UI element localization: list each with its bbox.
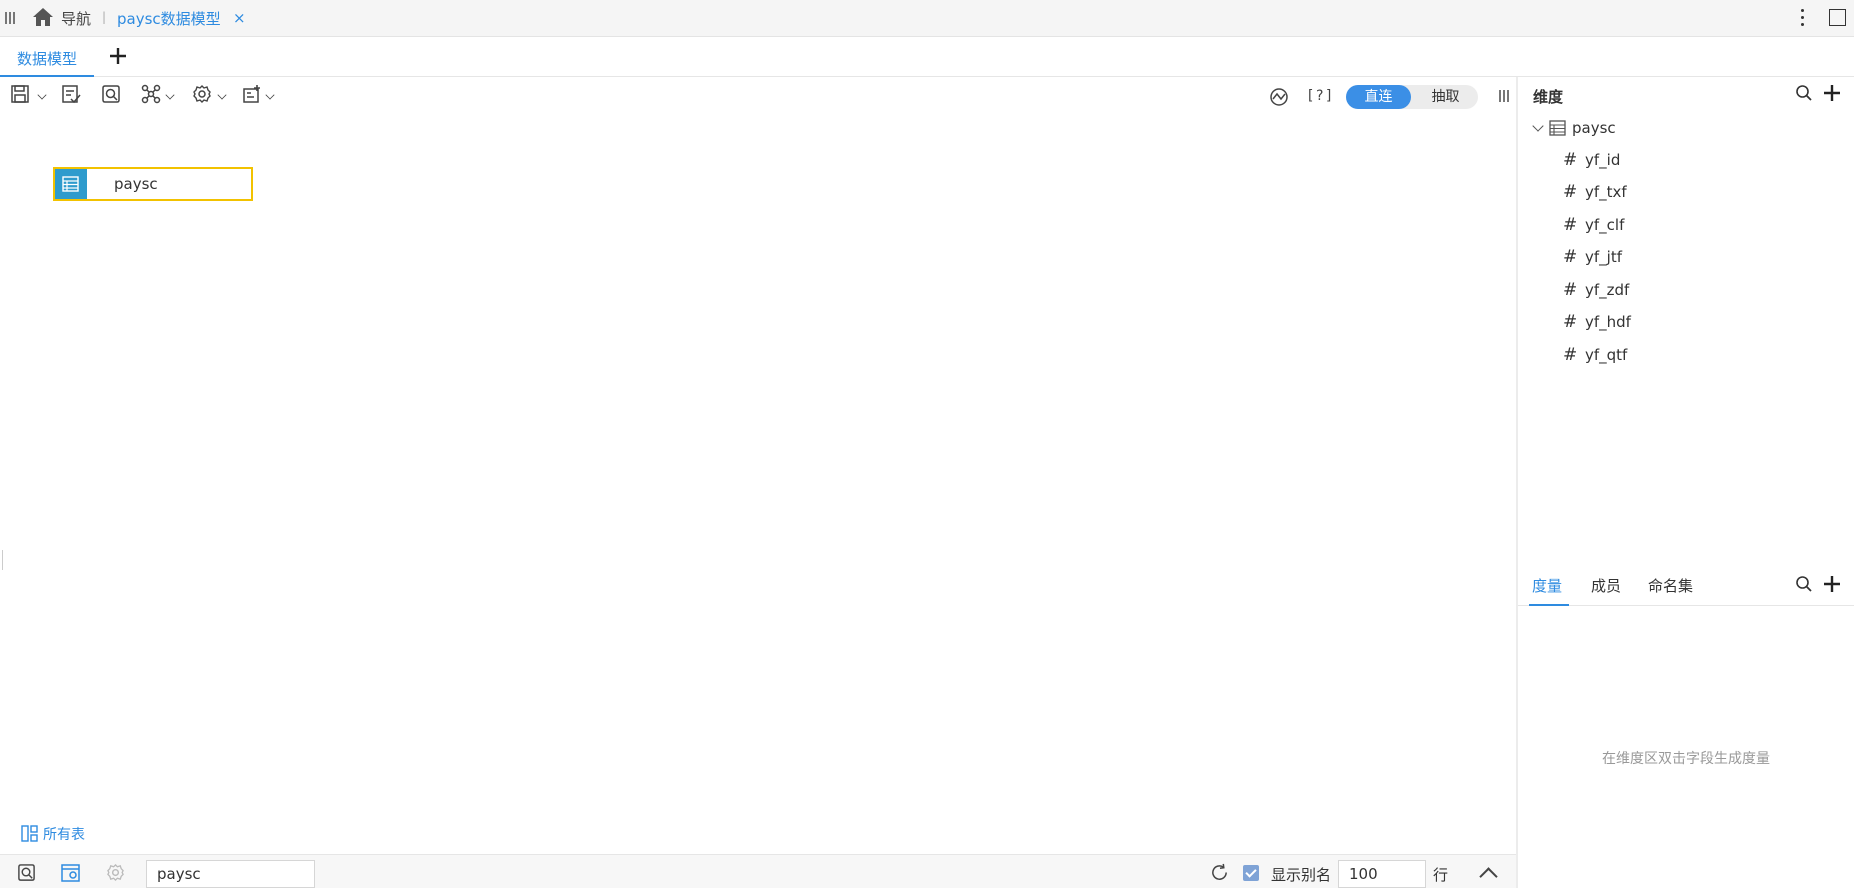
row-count-input[interactable]: 100 [1338, 860, 1426, 888]
table-icon [62, 176, 79, 192]
resize-handle[interactable] [2, 550, 3, 570]
help-button[interactable]: [?] [1306, 88, 1334, 104]
active-tab-indicator [1529, 604, 1569, 606]
field-item[interactable]: # yf_hdf [1563, 312, 1763, 333]
tree-root-label: paysc [1572, 119, 1616, 137]
tab-data-model[interactable]: 数据模型 [0, 37, 94, 77]
table-select-input[interactable]: paysc [146, 860, 315, 888]
field-name: yf_txf [1585, 183, 1627, 201]
dimension-search-icon[interactable] [1795, 84, 1813, 102]
field-name: yf_jtf [1585, 248, 1622, 266]
model-canvas[interactable]: paysc 所有表 [0, 114, 1516, 854]
trend-icon[interactable] [1269, 87, 1289, 107]
table-node[interactable]: paysc [53, 167, 253, 201]
save-dropdown-chevron-icon[interactable] [37, 90, 47, 100]
field-item[interactable]: # yf_jtf [1563, 247, 1763, 268]
field-name: yf_hdf [1585, 313, 1631, 331]
field-name: yf_clf [1585, 216, 1625, 234]
show-alias-checkbox[interactable] [1243, 865, 1259, 881]
number-field-icon: # [1563, 247, 1578, 267]
connection-mode-toggle[interactable]: 直连 抽取 [1346, 85, 1478, 109]
toolbar: [?] 直连 抽取 [0, 78, 1516, 114]
settings-dropdown-chevron-icon[interactable] [217, 90, 227, 100]
field-name: yf_id [1585, 151, 1621, 169]
number-field-icon: # [1563, 215, 1578, 235]
field-name: yf_zdf [1585, 281, 1630, 299]
tab-data-model-label: 数据模型 [17, 50, 78, 68]
preview-icon[interactable] [101, 84, 121, 104]
nav-label[interactable]: 导航 [61, 8, 91, 29]
relation-icon[interactable] [141, 84, 161, 104]
refresh-icon[interactable] [1210, 863, 1229, 882]
add-dropdown-chevron-icon[interactable] [265, 90, 275, 100]
relation-dropdown-chevron-icon[interactable] [165, 90, 175, 100]
mode-extract-button[interactable]: 抽取 [1413, 85, 1478, 109]
maximize-icon[interactable] [1829, 9, 1846, 26]
tree-root-paysc[interactable]: paysc [1532, 119, 1732, 139]
measure-tab-bar: 度量 成员 命名集 [1518, 564, 1854, 606]
table-node-icon-box [55, 169, 87, 199]
more-menu-icon[interactable] [1800, 7, 1806, 29]
tab-measure[interactable]: 度量 [1532, 575, 1562, 596]
number-field-icon: # [1563, 182, 1578, 202]
tab-paysc-model[interactable]: paysc数据模型 [117, 8, 221, 29]
dimension-title: 维度 [1533, 88, 1564, 106]
field-item[interactable]: # yf_zdf [1563, 280, 1763, 301]
tab-named-sets[interactable]: 命名集 [1648, 575, 1693, 596]
right-panel: 维度 paysc # yf_id # yf_txf # yf_clf # yf_… [1518, 77, 1854, 888]
table-icon [1549, 120, 1566, 136]
number-field-icon: # [1563, 345, 1578, 365]
measure-search-icon[interactable] [1795, 575, 1813, 593]
table-settings-icon[interactable] [61, 863, 81, 883]
settings-icon[interactable] [192, 84, 212, 104]
mode-direct-button[interactable]: 直连 [1346, 85, 1411, 109]
add-field-icon[interactable] [242, 84, 262, 104]
field-item[interactable]: # yf_qtf [1563, 345, 1763, 366]
preview-icon[interactable] [17, 863, 36, 882]
drag-handle-icon[interactable] [5, 12, 15, 24]
dimension-add-icon[interactable] [1823, 84, 1841, 102]
preview-footer: paysc 显示别名 100 行 [0, 854, 1516, 888]
field-name: yf_qtf [1585, 346, 1628, 364]
row-unit-label: 行 [1433, 866, 1449, 884]
all-tables-label: 所有表 [43, 827, 85, 843]
home-icon[interactable] [32, 7, 54, 27]
tab-members[interactable]: 成员 [1591, 575, 1621, 596]
show-alias-label: 显示别名 [1271, 866, 1332, 884]
number-field-icon: # [1563, 312, 1578, 332]
sub-tab-bar: 数据模型 [0, 37, 1854, 77]
save-icon[interactable] [10, 84, 30, 104]
check-icon[interactable] [61, 84, 81, 104]
measure-add-icon[interactable] [1823, 575, 1841, 593]
chevron-down-icon[interactable] [1532, 120, 1544, 132]
field-item[interactable]: # yf_clf [1563, 215, 1763, 236]
collapse-up-icon[interactable] [1479, 867, 1498, 886]
top-bar: 导航 | paysc数据模型 × [0, 0, 1854, 37]
number-field-icon: # [1563, 280, 1578, 300]
number-field-icon: # [1563, 150, 1578, 170]
tab-separator: | [102, 10, 107, 24]
gear-icon[interactable] [106, 863, 125, 882]
table-node-name: paysc [114, 175, 158, 193]
layout-icon [21, 825, 38, 842]
add-tab-icon[interactable] [108, 46, 128, 66]
close-icon[interactable]: × [233, 9, 246, 27]
panel-grip-icon[interactable] [1499, 90, 1509, 102]
field-item[interactable]: # yf_txf [1563, 182, 1763, 203]
field-item[interactable]: # yf_id [1563, 150, 1763, 171]
measure-empty-hint: 在维度区双击字段生成度量 [1602, 751, 1770, 767]
